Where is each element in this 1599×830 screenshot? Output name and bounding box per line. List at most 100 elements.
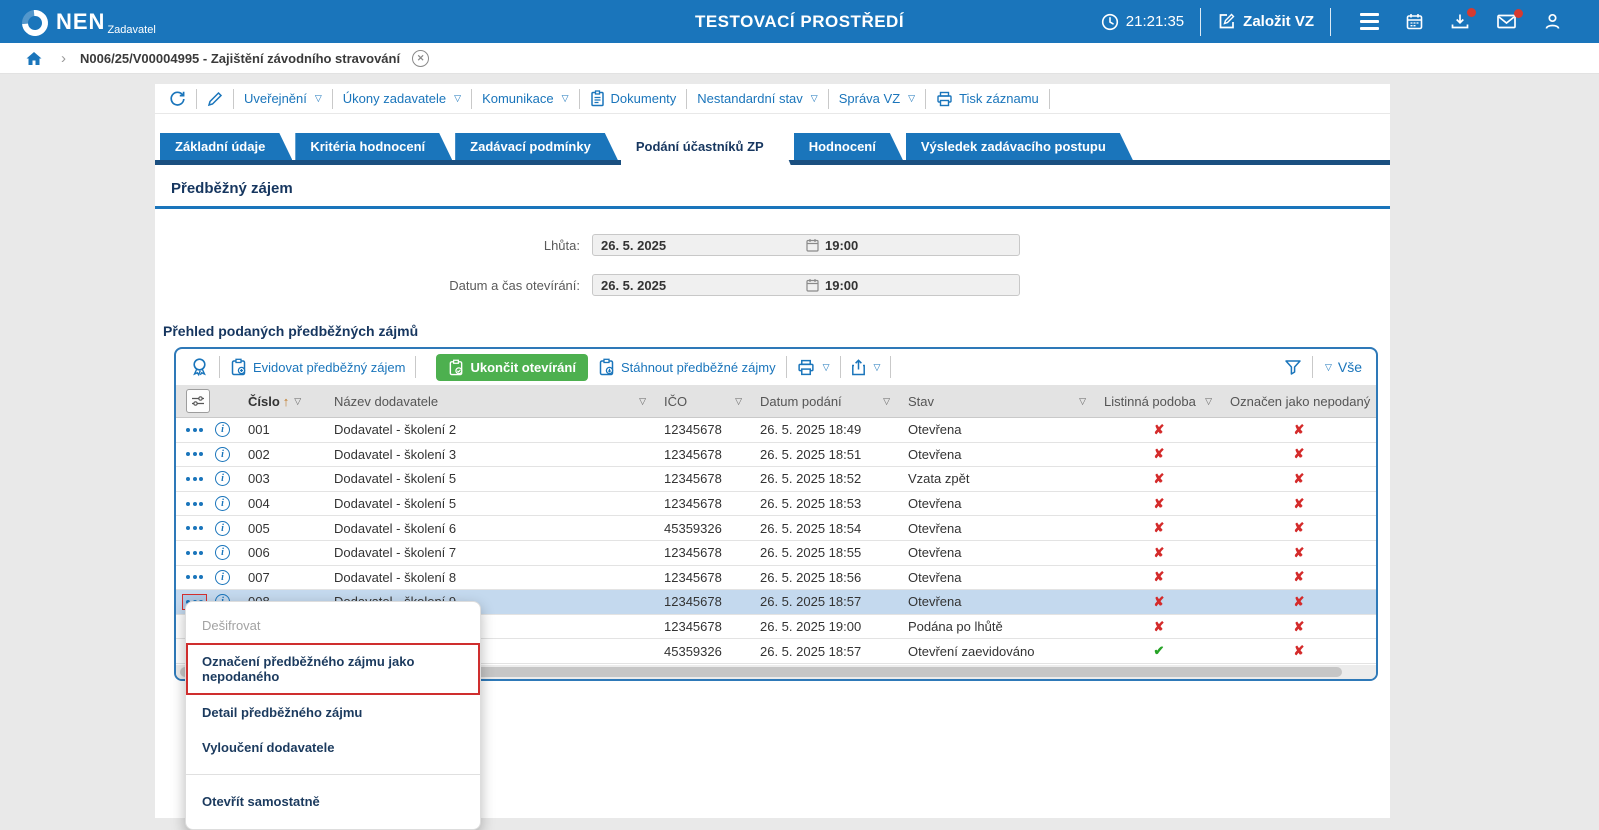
row-menu-icon[interactable] (182, 496, 207, 512)
cell-datum: 26. 5. 2025 18:53 (752, 496, 900, 511)
info-icon[interactable]: i (215, 471, 230, 486)
cross-mark-icon: ✘ (1154, 594, 1165, 610)
tab-zakladni-udaje[interactable]: Základní údaje (160, 133, 292, 160)
cell-ico: 12345678 (656, 619, 752, 634)
info-icon[interactable]: i (215, 496, 230, 511)
menu-item-detail[interactable]: Detail předběžného zájmu (186, 695, 480, 730)
divider (1312, 356, 1313, 378)
menu-item-oznacit-nepodany[interactable]: Označení předběžného zájmu jako nepodané… (186, 643, 480, 695)
row-menu-icon[interactable] (182, 569, 207, 585)
user-icon[interactable] (1543, 12, 1562, 31)
tab-zadavaci-podminky[interactable]: Zadávací podmínky (455, 133, 618, 160)
cross-mark-icon: ✘ (1154, 569, 1165, 585)
column-header-ico[interactable]: IČO ▽ (656, 385, 752, 417)
divider (415, 356, 416, 378)
chevron-down-icon[interactable]: ▽ (1205, 396, 1212, 407)
refresh-icon[interactable] (169, 90, 186, 107)
otevirani-time: 19:00 (806, 278, 1019, 293)
cell-datum: 26. 5. 2025 18:56 (752, 570, 900, 585)
column-label: Stav (908, 394, 934, 409)
grid-filter-area: ▽ Vše (1284, 356, 1362, 378)
clipboard-check-icon (448, 359, 464, 376)
nen-logo[interactable]: NEN Zadavatel (22, 7, 156, 37)
table-row[interactable]: i 001 Dodavatel - školení 2 12345678 26.… (176, 418, 1376, 443)
column-header-nazev[interactable]: Název dodavatele ▽ (326, 385, 656, 417)
row-menu-icon[interactable] (182, 446, 207, 462)
downloads-icon[interactable] (1450, 12, 1470, 31)
table-row[interactable]: i 003 Dodavatel - školení 5 12345678 26.… (176, 467, 1376, 492)
toolbar-item-tisk-zaznamu[interactable]: Tisk záznamu (936, 91, 1039, 107)
info-icon[interactable]: i (215, 521, 230, 536)
row-menu-icon[interactable] (182, 471, 207, 487)
evidovat-button[interactable]: Evidovat předběžný zájem (230, 358, 405, 376)
chevron-down-icon[interactable]: ▽ (735, 396, 742, 407)
menu-item-vylouceni[interactable]: Vyloučení dodavatele (186, 730, 480, 765)
column-label: Název dodavatele (334, 394, 438, 409)
brand-name: NEN (56, 7, 105, 37)
table-row[interactable]: i 005 Dodavatel - školení 6 45359326 26.… (176, 516, 1376, 541)
column-header-stav[interactable]: Stav ▽ (900, 385, 1096, 417)
pencil-icon[interactable] (207, 91, 223, 107)
row-menu-icon[interactable] (182, 545, 207, 561)
nen-logo-icon (17, 4, 54, 41)
toolbar-item-komunikace[interactable]: Komunikace ▽ (482, 91, 568, 106)
cross-mark-icon: ✘ (1294, 569, 1305, 585)
chevron-down-icon[interactable]: ▽ (1079, 396, 1086, 407)
cell-stav: Otevřena (900, 521, 1096, 536)
otevirani-field: 26. 5. 2025 19:00 (592, 274, 1020, 296)
create-vz-button[interactable]: Založit VZ (1217, 12, 1314, 31)
cross-mark-icon: ✘ (1154, 446, 1165, 462)
toolbar-item-nestandardni-stav[interactable]: Nestandardní stav ▽ (697, 91, 817, 106)
chevron-down-icon[interactable]: ▽ (294, 396, 301, 407)
row-menu-icon[interactable] (182, 520, 207, 536)
divider (1049, 89, 1050, 109)
info-icon[interactable]: i (215, 570, 230, 585)
grid-toolbar: Evidovat předběžný zájem Ukončit otevírá… (176, 349, 1376, 385)
close-record-icon[interactable]: ✕ (412, 50, 429, 67)
column-settings-icon[interactable] (186, 389, 210, 413)
table-row[interactable]: i 002 Dodavatel - školení 3 12345678 26.… (176, 443, 1376, 468)
tab-kriteria-hodnoceni[interactable]: Kritéria hodnocení (295, 133, 452, 160)
column-header-nepodany[interactable]: Označen jako nepodaný (1222, 385, 1376, 417)
print-grid-button[interactable]: ▽ (797, 359, 830, 376)
chevron-down-icon[interactable]: ▽ (883, 396, 890, 407)
cross-mark-icon: ✘ (1154, 496, 1165, 512)
table-row[interactable]: i 007 Dodavatel - školení 8 12345678 26.… (176, 566, 1376, 591)
export-grid-button[interactable]: ▽ (851, 359, 881, 376)
column-header-listinna[interactable]: Listinná podoba ▽ (1096, 385, 1222, 417)
info-icon[interactable]: i (215, 545, 230, 560)
breadcrumb-item[interactable]: N006/25/V00004995 - Zajištění závodního … (80, 51, 400, 66)
toolbar-item-sprava-vz[interactable]: Správa VZ ▽ (839, 91, 915, 106)
chevron-down-icon[interactable]: ▽ (639, 396, 646, 407)
home-icon[interactable] (25, 50, 43, 67)
column-header-datum[interactable]: Datum podání ▽ (752, 385, 900, 417)
filter-icon[interactable] (1284, 359, 1302, 376)
tab-hodnoceni[interactable]: Hodnocení (794, 133, 903, 160)
mail-icon[interactable] (1496, 13, 1517, 30)
menu-item-otevrit-samostatne[interactable]: Otevřít samostatně (186, 784, 480, 819)
calendar-icon[interactable] (1405, 12, 1424, 31)
info-icon[interactable]: i (215, 422, 230, 437)
tab-vysledek-zadavaciho-postupu[interactable]: Výsledek zadávacího postupu (906, 133, 1133, 160)
table-row[interactable]: i 004 Dodavatel - školení 5 12345678 26.… (176, 492, 1376, 517)
tab-podani-ucastniku-zp[interactable]: Podání účastníků ZP (621, 133, 791, 165)
menu-icon[interactable] (1360, 13, 1379, 30)
downloads-badge (1467, 8, 1476, 17)
info-icon[interactable]: i (215, 447, 230, 462)
seal-detail-icon[interactable] (190, 357, 209, 377)
filter-all-dropdown[interactable]: ▽ Vše (1323, 359, 1362, 375)
cell-nazev: Dodavatel - školení 5 (326, 496, 656, 511)
row-menu-icon[interactable] (182, 422, 207, 438)
toolbar-item-ukony-zadavatele[interactable]: Úkony zadavatele ▽ (343, 91, 461, 106)
stahnout-button[interactable]: Stáhnout předběžné zájmy (598, 358, 776, 376)
ukoncit-oteviranie-button[interactable]: Ukončit otevírání (436, 354, 587, 381)
toolbar-item-dokumenty[interactable]: Dokumenty (590, 90, 677, 107)
cross-mark-icon: ✘ (1294, 471, 1305, 487)
mail-badge (1514, 9, 1523, 18)
lhuta-time-value: 19:00 (825, 238, 858, 253)
cell-stav: Otevření zaevidováno (900, 644, 1096, 659)
cross-mark-icon: ✘ (1294, 545, 1305, 561)
table-row[interactable]: i 006 Dodavatel - školení 7 12345678 26.… (176, 541, 1376, 566)
column-header-cislo[interactable]: Číslo ↑ ▽ (240, 385, 326, 417)
toolbar-item-uverejneni[interactable]: Uveřejnění ▽ (244, 91, 322, 106)
